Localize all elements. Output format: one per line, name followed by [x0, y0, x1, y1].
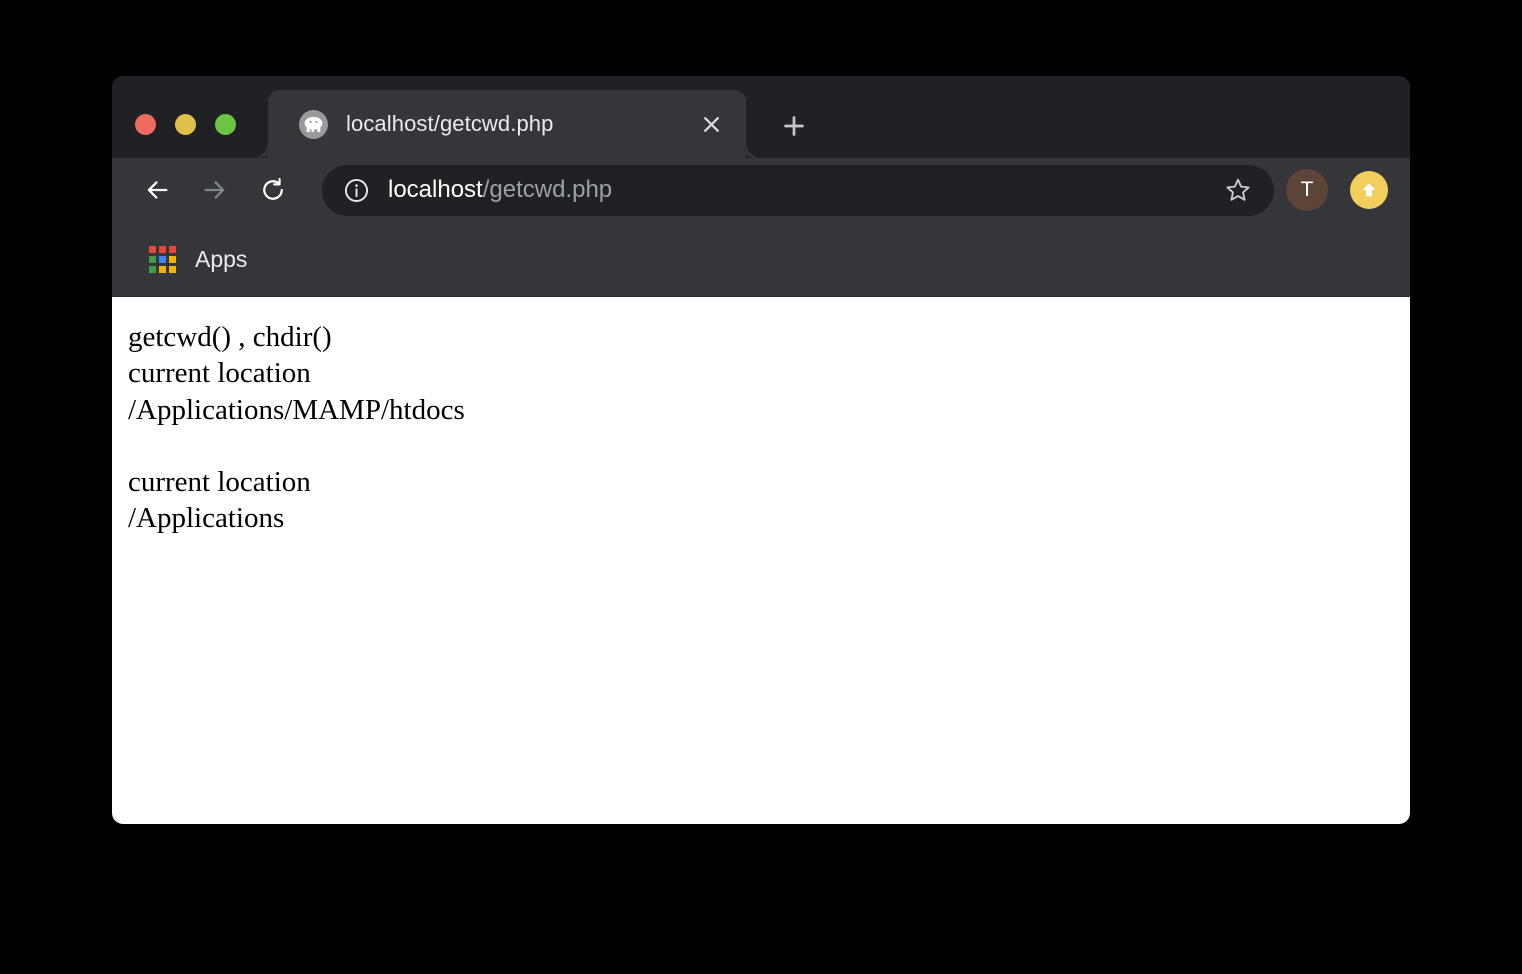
window-controls — [135, 114, 236, 135]
avatar-initial: T — [1300, 178, 1314, 201]
url-path: /getcwd.php — [482, 176, 613, 203]
browser-toolbar: localhost/getcwd.php T — [112, 158, 1410, 222]
reload-button[interactable] — [250, 167, 296, 213]
arrow-left-icon — [147, 181, 168, 199]
update-button[interactable] — [1350, 171, 1388, 209]
plus-icon — [784, 116, 804, 136]
page-body-text: getcwd() , chdir() current location /App… — [128, 321, 465, 535]
zoom-window-button[interactable] — [215, 114, 236, 135]
minimize-window-button[interactable] — [175, 114, 196, 135]
info-circle-icon[interactable] — [343, 177, 370, 204]
bookmark-item-apps[interactable]: Apps — [139, 240, 257, 279]
url-text[interactable]: localhost/getcwd.php — [388, 176, 1216, 204]
browser-window: localhost/getcwd.php localhost/getcwd.ph… — [112, 76, 1410, 824]
browser-tab-active[interactable]: localhost/getcwd.php — [268, 90, 746, 158]
avatar[interactable]: T — [1286, 169, 1328, 211]
php-elephant-icon — [299, 109, 328, 139]
arrow-up-icon — [1362, 183, 1376, 197]
new-tab-button[interactable] — [772, 104, 816, 148]
bookmark-label-apps: Apps — [195, 245, 248, 272]
forward-button[interactable] — [192, 167, 238, 213]
close-icon[interactable] — [690, 103, 732, 145]
page-viewport: getcwd() , chdir() current location /App… — [112, 297, 1410, 824]
tab-strip: localhost/getcwd.php — [112, 76, 1410, 158]
back-button[interactable] — [134, 167, 180, 213]
star-icon[interactable] — [1216, 168, 1260, 212]
apps-grid-icon — [149, 245, 176, 273]
url-host: localhost — [388, 176, 483, 203]
close-window-button[interactable] — [135, 114, 156, 135]
arrow-right-icon — [204, 181, 225, 199]
tab-title: localhost/getcwd.php — [346, 111, 554, 136]
bookmarks-bar: Apps — [112, 222, 1410, 297]
reload-icon — [263, 177, 283, 200]
address-bar[interactable]: localhost/getcwd.php — [322, 164, 1274, 216]
